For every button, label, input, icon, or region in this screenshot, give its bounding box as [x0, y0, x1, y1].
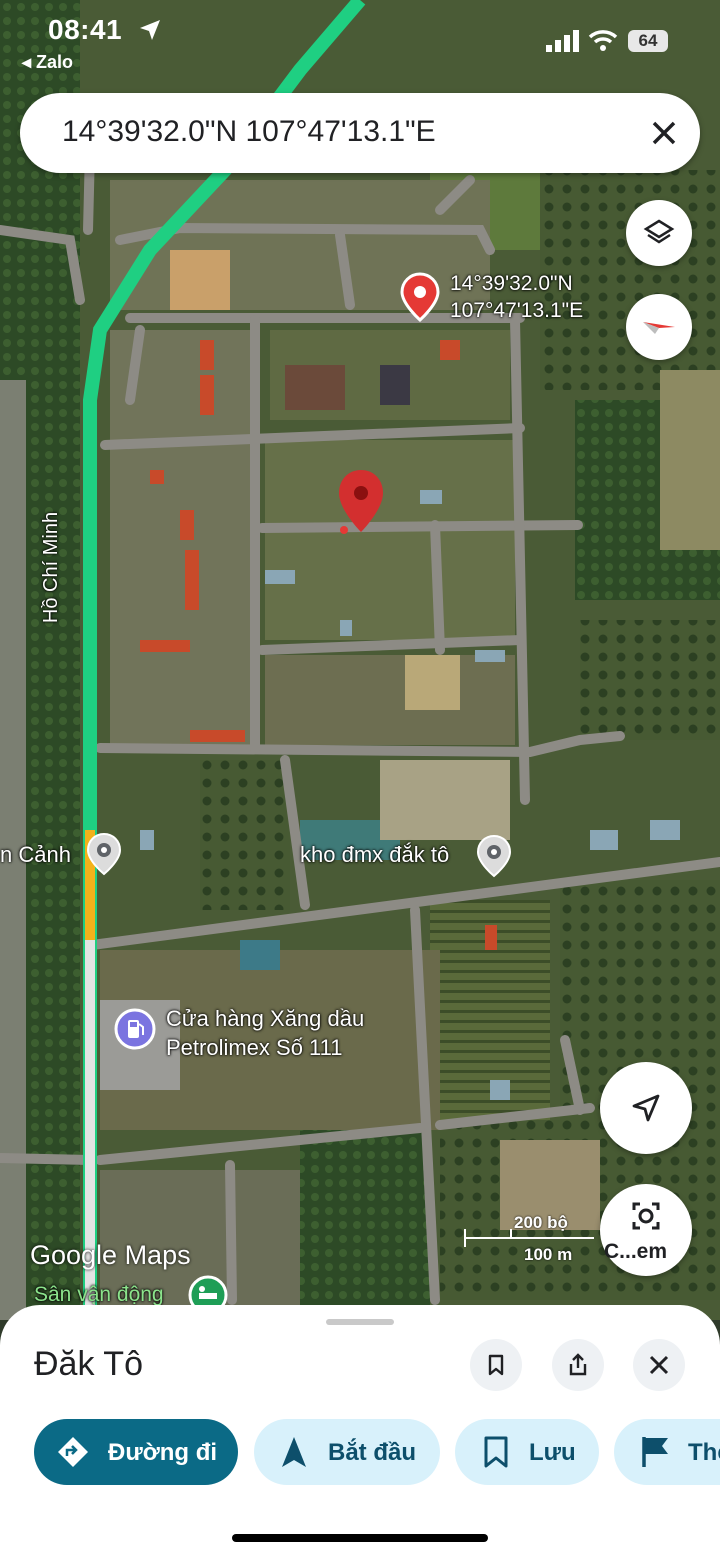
stadium-icon[interactable]: [188, 1275, 228, 1309]
layers-button[interactable]: [626, 200, 692, 266]
coordinate-pin-icon[interactable]: [400, 272, 440, 322]
wifi-icon: [588, 30, 618, 51]
camera-lens-icon: [632, 1202, 660, 1230]
share-icon: [569, 1353, 587, 1376]
dropped-pin-icon[interactable]: [336, 468, 386, 538]
save-bookmark-button[interactable]: [470, 1339, 522, 1391]
close-icon: [649, 1355, 669, 1375]
bookmark-icon: [484, 1436, 508, 1468]
home-indicator[interactable]: [232, 1534, 488, 1542]
more-chip-label: Thê: [688, 1439, 720, 1466]
camera-button-label: C...em: [604, 1240, 668, 1263]
directions-button[interactable]: Đường đi: [34, 1419, 238, 1485]
close-sheet-button[interactable]: [633, 1339, 685, 1391]
place-bottom-sheet[interactable]: Đăk Tô Đường đi Bắt đầu Lưu Th: [0, 1305, 720, 1557]
place-pin-icon[interactable]: [476, 834, 512, 878]
map-scale: 200 bộ 100 m: [464, 1213, 594, 1264]
navigation-arrow-icon: [632, 1094, 660, 1122]
close-search-icon[interactable]: [646, 115, 682, 151]
poi-label-right[interactable]: kho đmx đắk tô: [300, 842, 449, 868]
layers-icon: [643, 219, 675, 244]
search-bar[interactable]: 14°39'32.0"N 107°47'13.1"E: [20, 93, 700, 173]
save-button[interactable]: Lưu: [455, 1419, 599, 1485]
gas-station-name-line1: Cửa hàng Xăng dầu: [166, 1006, 365, 1031]
cellular-signal-icon: [546, 30, 579, 52]
scale-bar: [464, 1237, 594, 1239]
sheet-drag-handle[interactable]: [326, 1319, 394, 1325]
directions-icon: [58, 1437, 88, 1467]
search-query[interactable]: 14°39'32.0"N 107°47'13.1"E: [62, 115, 436, 149]
battery-indicator: 64: [628, 30, 668, 52]
place-title: Đăk Tô: [34, 1345, 143, 1383]
back-to-app-link[interactable]: ◂ Zalo: [22, 52, 73, 73]
google-maps-logo: Google Maps: [30, 1240, 191, 1270]
share-button[interactable]: [552, 1339, 604, 1391]
road-label: Hồ Chí Minh: [40, 511, 63, 624]
my-location-button[interactable]: [600, 1062, 692, 1154]
place-pin-icon[interactable]: [86, 832, 122, 876]
scale-feet-label: 200 bộ: [514, 1213, 568, 1232]
pin-label-lat: 14°39'32.0"N: [450, 272, 573, 295]
status-time: 08:41: [48, 14, 123, 45]
save-label: Lưu: [529, 1439, 576, 1466]
camera-search-button[interactable]: C...em: [600, 1184, 692, 1276]
compass-button[interactable]: [626, 294, 692, 360]
stadium-label[interactable]: Sân vận động: [34, 1283, 164, 1307]
bookmark-icon: [488, 1354, 504, 1376]
location-arrow-icon: [140, 20, 160, 40]
navigation-start-icon: [282, 1437, 306, 1467]
directions-label: Đường đi: [108, 1439, 218, 1466]
pin-label-lng: 107°47'13.1"E: [450, 299, 584, 322]
gas-station-icon[interactable]: [114, 1008, 156, 1052]
start-button[interactable]: Bắt đầu: [254, 1419, 440, 1485]
gas-station-name-line2: Petrolimex Số 111: [166, 1035, 343, 1060]
gas-station-label[interactable]: Cửa hàng Xăng dầu Petrolimex Số 111: [166, 1004, 364, 1062]
start-label: Bắt đầu: [328, 1439, 417, 1466]
compass-icon: [643, 322, 675, 334]
flag-icon: [642, 1437, 668, 1467]
pin-coordinates-label: 14°39'32.0"N 107°47'13.1"E: [450, 270, 583, 324]
more-chip-button[interactable]: Thê: [614, 1419, 720, 1485]
poi-label-left[interactable]: n Cảnh: [0, 842, 71, 868]
scale-metric-label: 100 m: [524, 1245, 573, 1264]
status-bar: 08:41 ◂ Zalo 64: [0, 0, 720, 80]
